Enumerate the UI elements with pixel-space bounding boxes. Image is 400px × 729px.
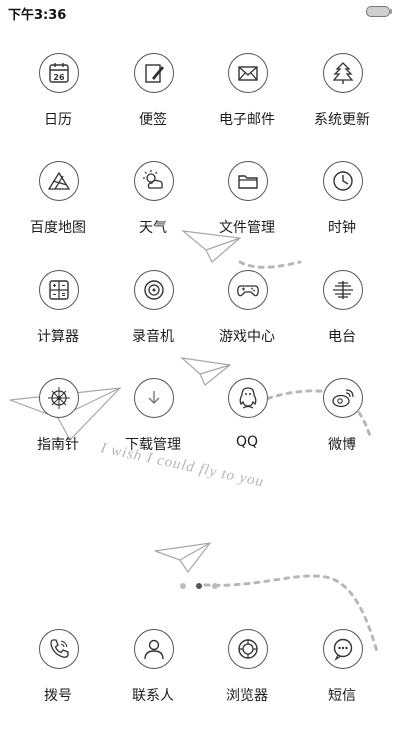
status-bar: 下午3:36	[0, 0, 400, 24]
app-label: 微博	[328, 437, 356, 453]
clock-icon	[323, 161, 363, 201]
app-notes[interactable]: 便签	[103, 53, 203, 153]
folder-icon	[228, 161, 268, 201]
app-file-manager[interactable]: 文件管理	[197, 161, 297, 261]
sms-icon	[323, 629, 363, 669]
app-calendar[interactable]: 26 日历	[8, 53, 108, 153]
gamepad-icon	[228, 270, 268, 310]
page-dot-active[interactable]	[196, 583, 202, 589]
app-label: QQ	[235, 434, 259, 450]
note-icon	[134, 53, 174, 93]
radio-icon	[323, 270, 363, 310]
app-label: 百度地图	[30, 220, 86, 236]
app-system-update[interactable]: 系统更新	[292, 53, 392, 153]
dock-phone[interactable]: 拨号	[8, 629, 108, 729]
mail-icon	[228, 53, 268, 93]
app-label: 系统更新	[314, 112, 370, 128]
app-baidu-map[interactable]: 百度地图	[8, 161, 108, 261]
app-game-center[interactable]: 游戏中心	[197, 270, 297, 370]
app-label: 文件管理	[219, 220, 275, 236]
qq-icon	[228, 378, 268, 418]
recorder-icon	[134, 270, 174, 310]
calculator-icon	[39, 270, 79, 310]
app-calculator[interactable]: 计算器	[8, 270, 108, 370]
app-label: 便签	[139, 112, 167, 128]
app-label: 录音机	[132, 329, 174, 345]
app-label: 拨号	[44, 688, 72, 704]
calendar-icon: 26	[39, 53, 79, 93]
app-clock[interactable]: 时钟	[292, 161, 392, 261]
status-time: 下午3:36	[8, 8, 67, 23]
map-icon	[39, 161, 79, 201]
browser-icon	[228, 629, 268, 669]
app-label: 浏览器	[226, 688, 268, 704]
app-label: 电子邮件	[219, 112, 275, 128]
download-icon	[134, 378, 174, 418]
page-indicator[interactable]	[180, 583, 220, 591]
phone-icon	[39, 629, 79, 669]
battery-icon	[366, 6, 392, 17]
app-label: 天气	[139, 220, 167, 236]
paper-plane-icon	[154, 542, 212, 574]
system-update-icon	[323, 53, 363, 93]
compass-icon	[39, 378, 79, 418]
page-dot[interactable]	[212, 583, 218, 589]
app-weibo[interactable]: 微博	[292, 378, 392, 478]
app-label: 电台	[328, 329, 356, 345]
weibo-icon	[323, 378, 363, 418]
app-label: 日历	[44, 112, 72, 128]
app-label: 指南针	[37, 437, 79, 453]
contacts-icon	[134, 629, 174, 669]
dock-contacts[interactable]: 联系人	[103, 629, 203, 729]
weather-icon	[134, 161, 174, 201]
app-radio[interactable]: 电台	[292, 270, 392, 370]
app-recorder[interactable]: 录音机	[103, 270, 203, 370]
app-email[interactable]: 电子邮件	[197, 53, 297, 153]
dock-sms[interactable]: 短信	[292, 629, 392, 729]
app-label: 短信	[328, 688, 356, 704]
app-label: 联系人	[132, 688, 174, 704]
calendar-day: 26	[53, 73, 65, 82]
app-download-manager[interactable]: 下载管理	[103, 378, 203, 478]
app-label: 时钟	[328, 220, 356, 236]
app-qq[interactable]: QQ	[197, 378, 297, 478]
dock-browser[interactable]: 浏览器	[197, 629, 297, 729]
page-dot[interactable]	[180, 583, 186, 589]
app-label: 游戏中心	[219, 329, 275, 345]
app-label: 下载管理	[125, 437, 181, 453]
app-label: 计算器	[37, 329, 79, 345]
app-compass[interactable]: 指南针	[8, 378, 108, 478]
app-weather[interactable]: 天气	[103, 161, 203, 261]
